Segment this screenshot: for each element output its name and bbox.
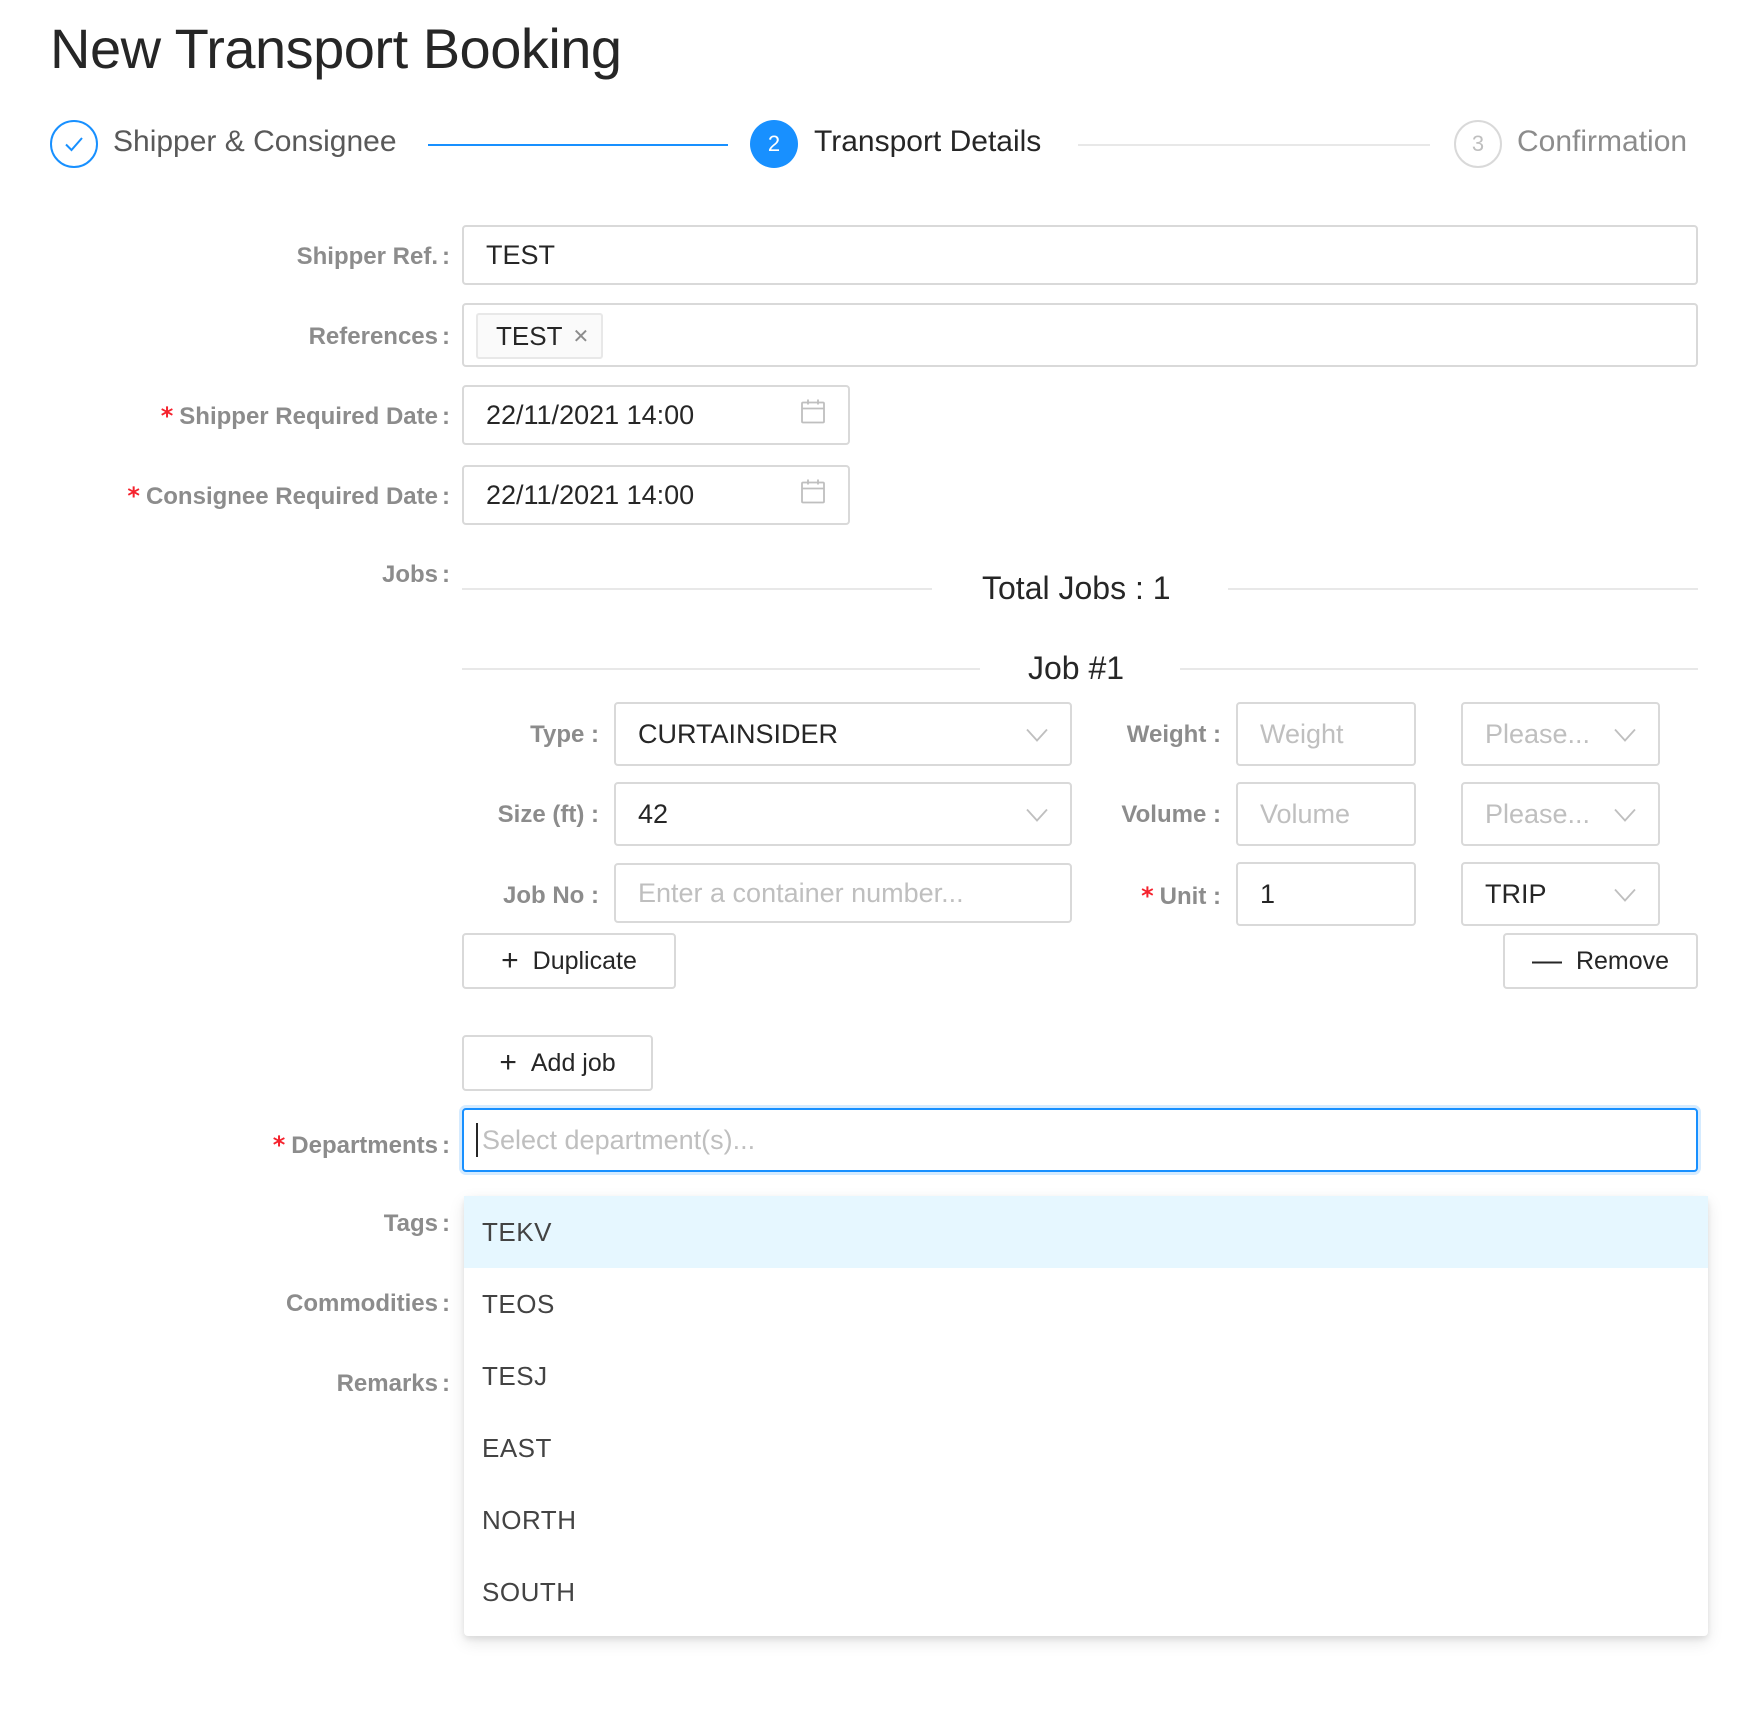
job-type-label: Type : bbox=[530, 721, 599, 748]
chevron-down-icon bbox=[1026, 719, 1048, 750]
departments-select[interactable]: Select department(s)... bbox=[462, 1108, 1698, 1172]
plus-icon: + bbox=[501, 944, 519, 977]
references-label: References: bbox=[308, 323, 450, 350]
unit-type-select[interactable]: TRIP bbox=[1461, 862, 1660, 926]
job-divider-right bbox=[1180, 668, 1698, 670]
step-3-number[interactable]: 3 bbox=[1454, 120, 1502, 168]
department-option[interactable]: NORTH bbox=[464, 1484, 1708, 1556]
consignee-required-date-label: * Consignee Required Date: bbox=[127, 482, 450, 510]
remove-job-button[interactable]: — Remove bbox=[1503, 933, 1698, 989]
duplicate-job-button[interactable]: + Duplicate bbox=[462, 933, 676, 989]
job-title: Job #1 bbox=[1028, 650, 1125, 686]
step-2-number[interactable]: 2 bbox=[750, 120, 798, 168]
calendar-icon[interactable] bbox=[800, 479, 826, 512]
consignee-required-date-picker[interactable]: 22/11/2021 14:00 bbox=[462, 465, 850, 525]
reference-tag: TEST ✕ bbox=[476, 313, 604, 359]
weight-input[interactable]: Weight bbox=[1236, 702, 1416, 766]
volume-unit-select[interactable]: Please... bbox=[1461, 782, 1660, 846]
step-3-title[interactable]: Confirmation bbox=[1517, 125, 1687, 159]
chevron-down-icon bbox=[1614, 719, 1636, 750]
department-option[interactable]: TEKV bbox=[464, 1196, 1708, 1268]
chevron-down-icon bbox=[1026, 799, 1048, 830]
job-no-input[interactable]: Enter a container number... bbox=[614, 863, 1072, 923]
job-no-label: Job No : bbox=[503, 882, 599, 909]
volume-label: Volume : bbox=[1121, 801, 1221, 828]
department-option[interactable]: SOUTH bbox=[464, 1556, 1708, 1628]
minus-icon: — bbox=[1531, 944, 1562, 977]
chevron-down-icon bbox=[1614, 799, 1636, 830]
unit-input[interactable]: 1 bbox=[1236, 862, 1416, 926]
jobs-label: Jobs: bbox=[381, 561, 450, 588]
page-title: New Transport Booking bbox=[50, 17, 622, 80]
calendar-icon[interactable] bbox=[800, 399, 826, 432]
step-1-check-icon[interactable] bbox=[50, 120, 98, 168]
department-option[interactable]: EAST bbox=[464, 1412, 1708, 1484]
plus-icon: + bbox=[499, 1046, 517, 1079]
step-connector-1 bbox=[428, 144, 728, 146]
step-2-title[interactable]: Transport Details bbox=[814, 125, 1041, 159]
total-jobs-text: Total Jobs : 1 bbox=[982, 570, 1171, 606]
department-option[interactable]: TEOS bbox=[464, 1268, 1708, 1340]
step-connector-2 bbox=[1078, 144, 1430, 146]
commodities-label: Commodities: bbox=[285, 1290, 450, 1317]
references-input[interactable]: TEST ✕ bbox=[462, 303, 1698, 367]
job-type-select[interactable]: CURTAINSIDER bbox=[614, 702, 1072, 766]
unit-label: * Unit : bbox=[1141, 882, 1221, 910]
remarks-label: Remarks: bbox=[336, 1370, 450, 1397]
shipper-required-date-picker[interactable]: 22/11/2021 14:00 bbox=[462, 385, 850, 445]
departments-label: * Departments: bbox=[272, 1131, 450, 1159]
department-option[interactable]: TESJ bbox=[464, 1340, 1708, 1412]
weight-unit-select[interactable]: Please... bbox=[1461, 702, 1660, 766]
job-size-label: Size (ft) : bbox=[497, 801, 599, 828]
volume-input[interactable]: Volume bbox=[1236, 782, 1416, 846]
total-jobs-divider-left bbox=[462, 588, 932, 590]
job-divider-left bbox=[462, 668, 980, 670]
shipper-required-date-label: * Shipper Required Date: bbox=[160, 402, 450, 430]
chevron-down-icon bbox=[1614, 879, 1636, 910]
weight-label: Weight : bbox=[1126, 721, 1221, 748]
step-1-title[interactable]: Shipper & Consignee bbox=[113, 125, 397, 159]
total-jobs-divider-right bbox=[1228, 588, 1698, 590]
tag-close-icon[interactable]: ✕ bbox=[572, 324, 589, 349]
shipper-ref-label: Shipper Ref.: bbox=[296, 243, 450, 270]
job-size-select[interactable]: 42 bbox=[614, 782, 1072, 846]
departments-dropdown: TEKV TEOS TESJ EAST NORTH SOUTH bbox=[464, 1196, 1708, 1636]
text-caret bbox=[476, 1123, 478, 1157]
add-job-button[interactable]: + Add job bbox=[462, 1035, 653, 1091]
tags-label: Tags: bbox=[383, 1210, 450, 1237]
shipper-ref-input[interactable]: TEST bbox=[462, 225, 1698, 285]
